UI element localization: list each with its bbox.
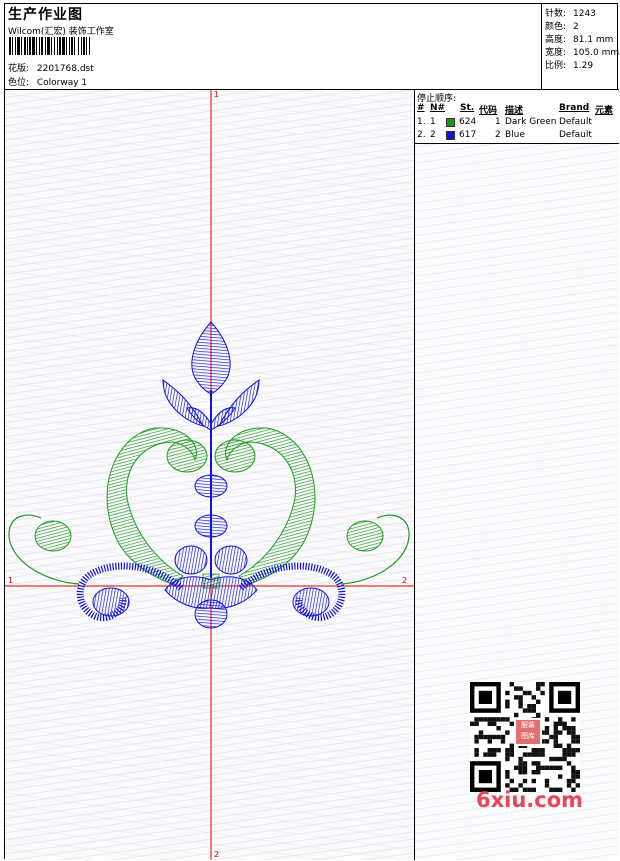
stat-scale: 比例: 1.29 [545, 61, 594, 71]
stat-height: 高度: 81.1 mm [545, 35, 614, 45]
col-header-element: 元素 [595, 106, 614, 116]
header-panel: 生产作业图 Wilcom(汇宏) 装饰工作室 花版: 2201768.dst 色… [5, 4, 542, 90]
blue-left-scroll [76, 562, 184, 621]
design-file-row: 花版: 2201768.dst [8, 61, 94, 74]
axis-label-top: 1 [214, 90, 220, 99]
stat-width: 宽度: 105.0 mm [545, 48, 620, 58]
green-left-curl [166, 439, 208, 473]
blue-base-drop [194, 599, 228, 629]
embroidery-preview [5, 90, 414, 860]
blue-top-leaf [191, 321, 231, 395]
col-header-brand: Brand [559, 103, 590, 113]
col-header-code: 代码 [479, 106, 498, 116]
green-right-curl [214, 439, 256, 473]
col-header-desc: 描述 [505, 106, 524, 116]
blue-bead-2 [194, 514, 228, 538]
col-header-st: St. [460, 103, 475, 113]
stat-colors: 颜色: 2 [545, 22, 579, 32]
green-left-scroll-fill [34, 520, 72, 552]
barcode [9, 37, 143, 55]
page-title: 生产作业图 [8, 7, 83, 23]
stat-stitches: 针数: 1243 [545, 9, 596, 19]
colorway-row: 色位: Colorway 1 [8, 75, 87, 88]
col-header-n: N# [430, 103, 446, 113]
stats-panel: 针数: 1243 颜色: 2 高度: 81.1 mm 宽度: 105.0 mm 比例: 1… [542, 4, 619, 90]
color-swatch [446, 131, 455, 140]
design-label: 花版: [8, 64, 30, 74]
qr-center-badge: 服装 图库 [514, 718, 542, 746]
company-name: Wilcom(汇宏) 装饰工作室 [8, 27, 114, 37]
stop-sequence-table: 停止顺序: # N# St. 代码 描述 Brand 元素 1. 1 624 1… [415, 90, 619, 144]
blue-lower-left-bud [174, 545, 208, 575]
colorway-label: 色位: [8, 78, 30, 88]
axis-label-left: 1 [8, 576, 14, 585]
design-canvas: 1 2 1 2 [5, 90, 415, 860]
col-header-index: # [417, 103, 425, 113]
color-swatch [446, 118, 455, 127]
blue-right-scroll [238, 562, 346, 621]
axis-label-right: 2 [402, 576, 408, 585]
blue-left-scroll-end [92, 587, 130, 617]
axis-label-bottom: 2 [214, 850, 220, 859]
blue-bead-1 [194, 474, 228, 498]
colorway-value: Colorway 1 [36, 78, 88, 88]
green-right-scroll-fill [346, 520, 384, 552]
blue-right-scroll-end [292, 587, 330, 617]
design-value: 2201768.dst [36, 64, 94, 74]
watermark-logo: 6xiu.com [476, 788, 584, 812]
blue-lower-right-bud [214, 545, 248, 575]
